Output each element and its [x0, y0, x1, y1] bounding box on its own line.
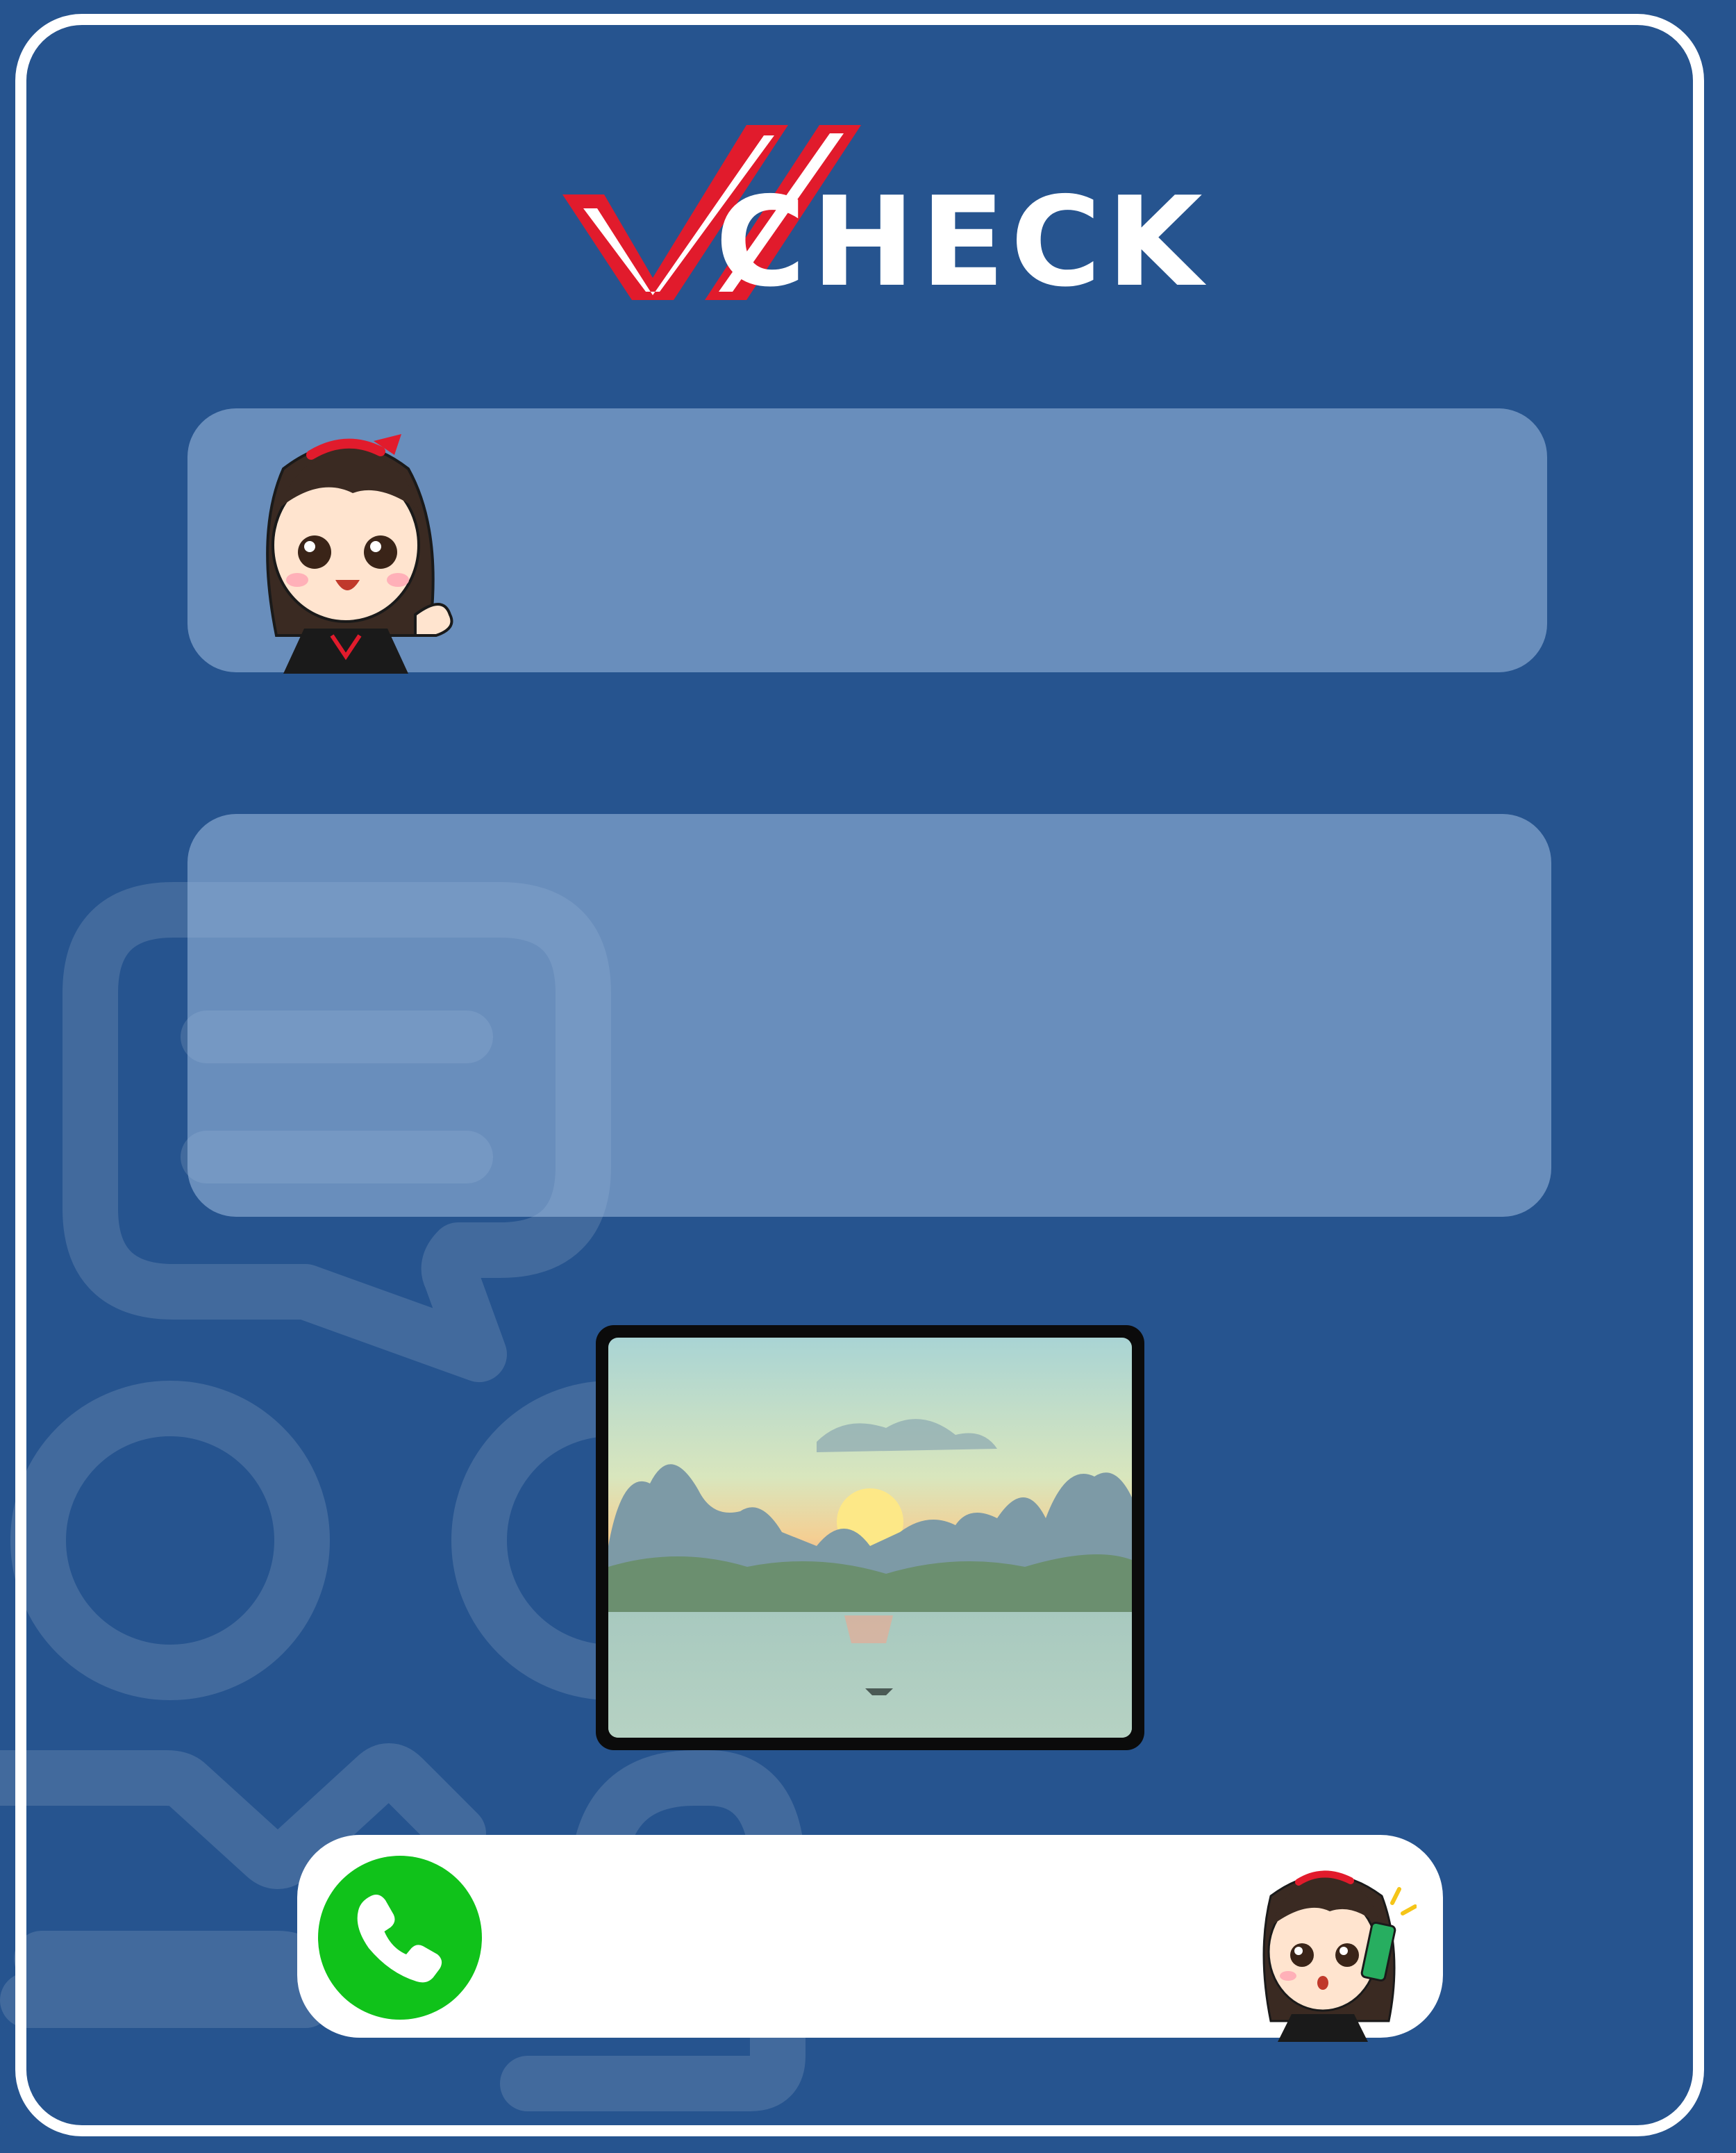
brand-name: CHECK: [715, 170, 1208, 314]
message-panel-middle: [187, 814, 1551, 1217]
call-button[interactable]: [318, 1856, 482, 2020]
sunset-landscape: [608, 1338, 1132, 1738]
phone-icon: [357, 1895, 442, 1983]
landscape-photo: [596, 1325, 1144, 1750]
mascot-girl-phone-icon: [1262, 1870, 1417, 2042]
mascot-girl-waving-icon: [266, 434, 453, 674]
